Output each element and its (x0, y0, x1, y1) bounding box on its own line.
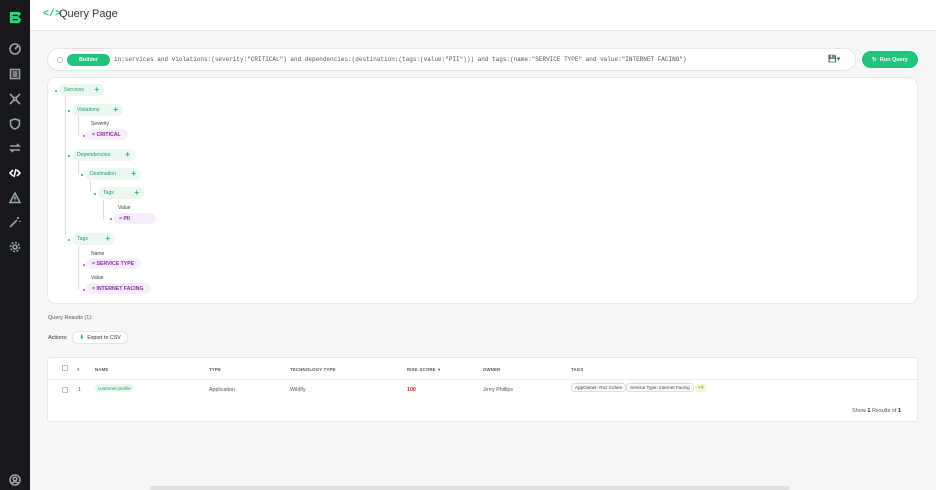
tree-node-label: Dependencies (77, 152, 111, 158)
run-query-label: Run Query (879, 56, 908, 63)
add-icon[interactable]: + (94, 85, 99, 95)
select-all-checkbox[interactable] (62, 365, 68, 371)
shield-icon[interactable] (8, 117, 22, 131)
graph-icon[interactable] (8, 92, 22, 106)
column-header[interactable]: OWNER (483, 367, 500, 372)
footer-shown: 1 (867, 408, 871, 414)
value-chip[interactable]: = CRITICAL (86, 129, 128, 140)
sort-desc-icon[interactable]: ▾ (438, 367, 440, 373)
row-tag: AppOwner: Roz Cohen (571, 383, 627, 392)
bottom-shadow (150, 486, 790, 490)
footer-text: Results of (871, 408, 897, 414)
column-header: # (77, 367, 80, 372)
magic-wand-icon[interactable] (8, 215, 22, 229)
download-icon: ⬇ (79, 335, 85, 341)
column-header[interactable]: RISK SCORE (407, 367, 436, 372)
add-icon[interactable]: + (134, 188, 139, 198)
query-builder-tree: Services + Violations + Severity = CRITICA… (47, 77, 918, 304)
pagination-summary: Show 1 Results of 1 (852, 408, 901, 414)
row-type: Application (209, 387, 235, 393)
row-tag: Service Type: Internet Facing (626, 383, 694, 392)
run-query-button[interactable]: ↻ Run Query (862, 51, 918, 68)
tree-node-dest-tags[interactable]: Tags + (98, 187, 144, 199)
page-header: </> Query Page (30, 0, 936, 31)
gear-icon[interactable] (8, 240, 22, 254)
add-icon[interactable]: + (125, 150, 130, 160)
tree-node-label: Services (64, 87, 84, 93)
radio-icon[interactable] (57, 57, 63, 63)
tree-node-label: Tags (77, 236, 88, 242)
save-query-icon[interactable]: 💾▾ (828, 55, 840, 63)
field-label: Value (91, 275, 104, 281)
tree-node-label: Tags (103, 190, 114, 196)
warning-icon[interactable] (8, 191, 22, 205)
sidebar (0, 0, 30, 490)
tree-node-tags[interactable]: Tags + (72, 233, 115, 245)
row-owner: Jerry Phillips (483, 387, 514, 393)
logo-icon[interactable] (8, 10, 23, 25)
tree-node-label: Destination (90, 171, 116, 177)
dashboard-icon[interactable] (8, 42, 22, 56)
column-header[interactable]: TECHNOLOGY TYPE (290, 367, 336, 372)
column-header[interactable]: NAME (95, 367, 108, 372)
column-header: TAGS (571, 367, 584, 372)
transfer-icon[interactable] (8, 141, 22, 155)
value-chip[interactable]: = PII (113, 213, 156, 224)
value-chip[interactable]: = SERVICE TYPE (86, 258, 141, 269)
tree-node-violations[interactable]: Violations + (72, 104, 123, 116)
field-label: Name (91, 251, 105, 257)
row-risk-score: 100 (407, 387, 416, 393)
more-tags-badge[interactable]: +4 (695, 384, 707, 392)
row-checkbox[interactable] (62, 387, 68, 393)
builder-toggle-button[interactable]: Builder (67, 54, 110, 66)
query-bar: Builder in:services and violations:(seve… (47, 48, 856, 71)
add-icon[interactable]: + (113, 105, 118, 115)
add-icon[interactable]: + (131, 169, 136, 179)
field-label: Value (118, 205, 131, 211)
export-csv-label: Export to CSV (87, 334, 121, 341)
page-title: Query Page (59, 8, 118, 20)
actions-label: Actions: (48, 335, 68, 341)
code-icon[interactable] (8, 166, 22, 180)
query-input[interactable]: in:services and violations:(severity:"CR… (114, 56, 814, 63)
tree-node-dependencies[interactable]: Dependencies + (72, 149, 135, 161)
export-csv-button[interactable]: ⬇ Export to CSV (72, 331, 128, 344)
table-header: # NAME TYPE TECHNOLOGY TYPE RISK SCORE ▾… (48, 358, 917, 380)
footer-total: 1 (897, 408, 901, 414)
refresh-icon: ↻ (872, 56, 877, 63)
row-tech: Wildfly (290, 387, 306, 393)
inventory-icon[interactable] (8, 67, 22, 81)
tree-node-services[interactable]: Services + (59, 84, 104, 96)
field-label: Severity (91, 121, 110, 127)
value-chip[interactable]: = INTERNET FACING (86, 283, 151, 294)
footer-text: Show (852, 408, 866, 414)
add-icon[interactable]: + (105, 234, 110, 244)
tree-node-label: Violations (77, 107, 100, 113)
query-results-count: Query Results (1): (48, 315, 93, 321)
results-table: # NAME TYPE TECHNOLOGY TYPE RISK SCORE ▾… (47, 357, 918, 422)
row-index: 1 (78, 387, 81, 393)
user-icon[interactable] (8, 473, 22, 487)
tree-node-destination[interactable]: Destination + (85, 168, 141, 180)
column-header[interactable]: TYPE (209, 367, 221, 372)
row-name-link[interactable]: customer-profile (95, 384, 134, 392)
